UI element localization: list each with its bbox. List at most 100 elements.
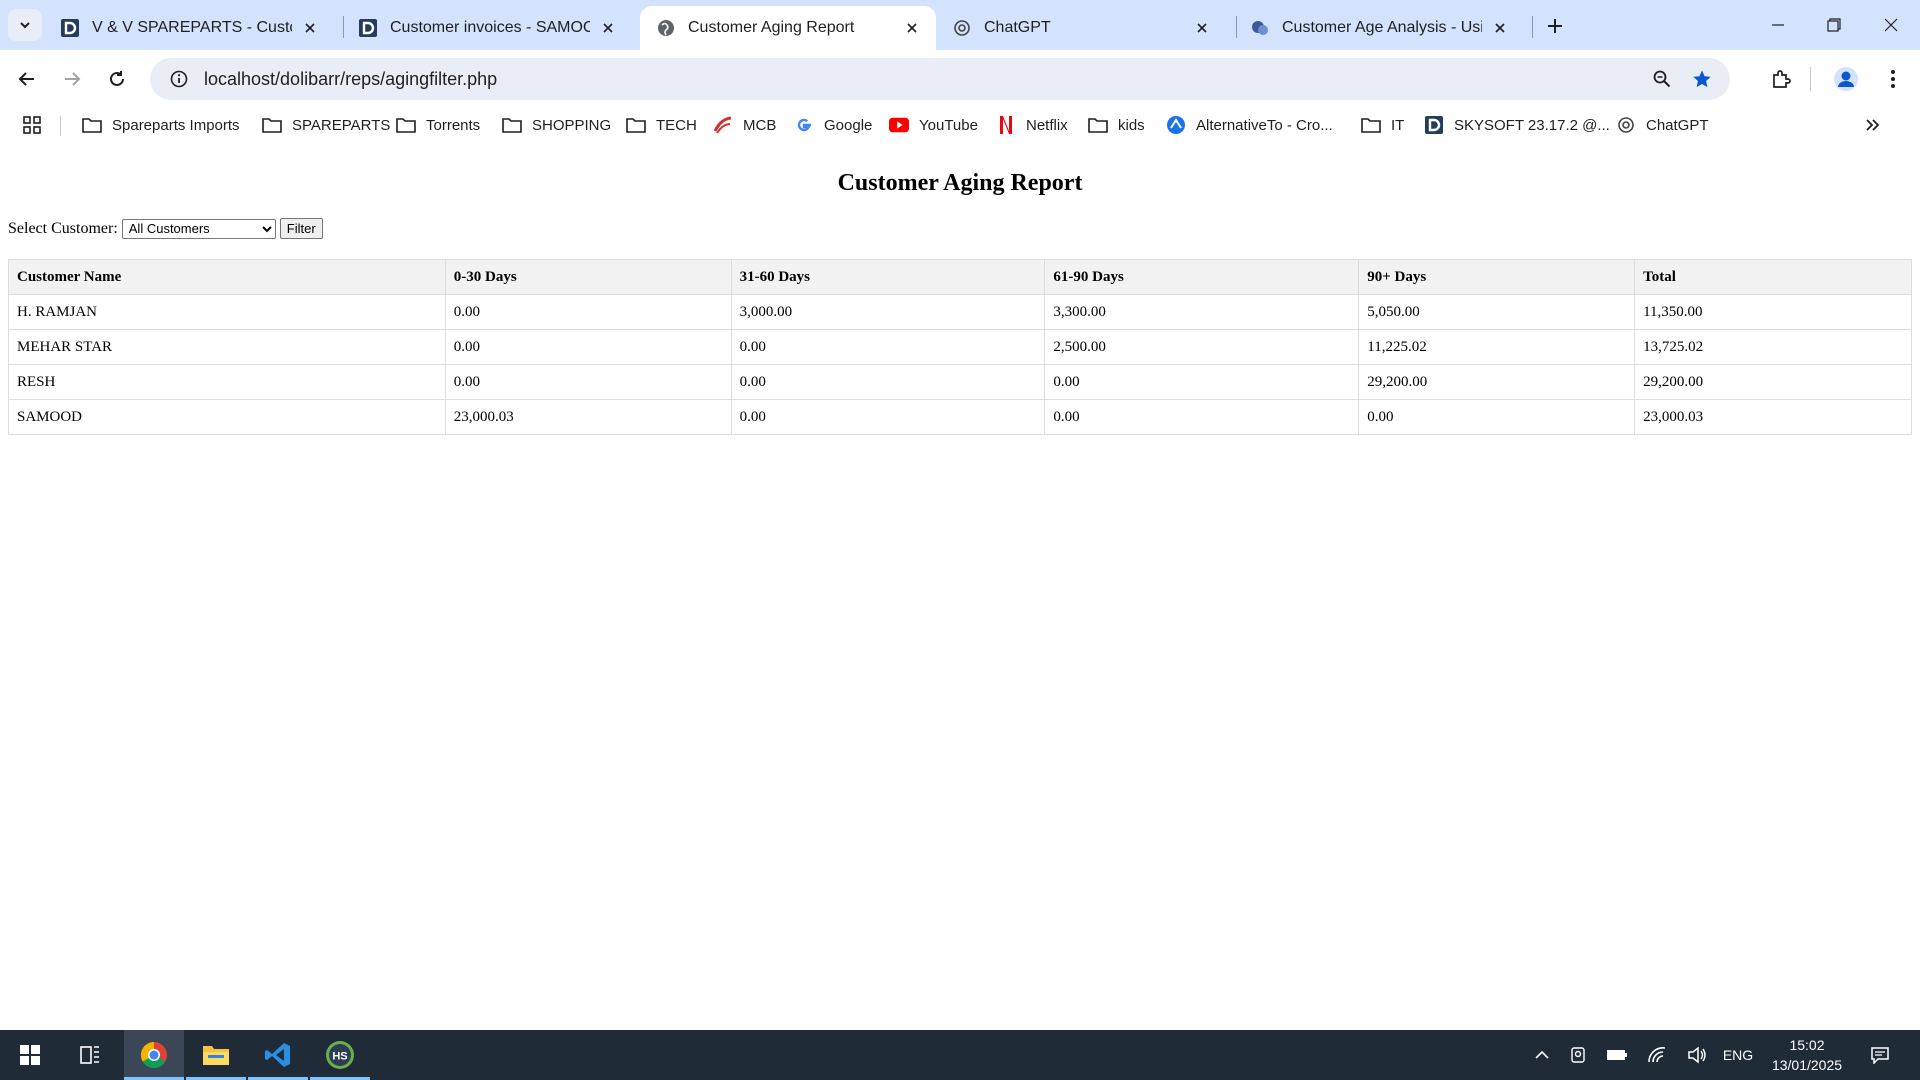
zoom-icon[interactable] <box>1644 70 1680 88</box>
customer-select[interactable]: All Customers <box>121 218 276 239</box>
bookmark-label: AlternativeTo - Cro... <box>1196 116 1333 134</box>
bookmark-star-icon[interactable] <box>1680 69 1724 89</box>
plus-icon <box>1548 19 1562 33</box>
meet-now-button[interactable] <box>1562 1030 1594 1080</box>
filter-button[interactable]: Filter <box>279 218 323 239</box>
url-text[interactable]: localhost/dolibarr/reps/agingfilter.php <box>204 69 1644 90</box>
windows-taskbar: HS ENG 15:02 13/01/2025 <box>0 1030 1920 1080</box>
google-icon <box>794 115 814 135</box>
bookmark-skysoft[interactable]: SKYSOFT 23.17.2 @... <box>1424 112 1610 138</box>
wifi-icon <box>1648 1047 1666 1063</box>
cell-61-90-days: 0.00 <box>1044 399 1360 435</box>
show-hidden-icons-button[interactable] <box>1524 1030 1560 1080</box>
tab-title: Customer Age Analysis - Using <box>1282 19 1482 36</box>
table-row: SAMOOD 23,000.03 0.00 0.00 0.00 23,000.0… <box>8 399 1912 435</box>
table-row: H. RAMJAN 0.00 3,000.00 3,300.00 5,050.0… <box>8 294 1912 330</box>
close-icon[interactable] <box>598 18 618 38</box>
header-90-plus-days: 90+ Days <box>1358 259 1636 295</box>
header-total: Total <box>1634 259 1912 295</box>
minimize-icon <box>1772 24 1784 26</box>
minimize-button[interactable] <box>1749 0 1807 50</box>
dolibarr-icon <box>60 18 80 38</box>
reload-button[interactable] <box>100 62 134 96</box>
extensions-button[interactable] <box>1764 62 1798 96</box>
bookmark-label: kids <box>1118 116 1145 134</box>
bookmark-label: IT <box>1391 116 1405 134</box>
toolbar-divider <box>1810 67 1811 91</box>
browser-menu-button[interactable] <box>1876 62 1910 96</box>
bookmark-mcb[interactable]: MCB <box>713 112 776 138</box>
new-tab-button[interactable] <box>1540 11 1570 41</box>
dolibarr-icon <box>358 18 378 38</box>
taskbar-hs-app[interactable]: HS <box>310 1030 370 1080</box>
bookmark-spareparts-imports[interactable]: Spareparts Imports <box>82 112 240 138</box>
bookmark-torrents[interactable]: Torrents <box>396 112 480 138</box>
battery-button[interactable] <box>1600 1030 1634 1080</box>
globe-icon <box>656 18 676 38</box>
bookmark-spareparts[interactable]: SPAREPARTS <box>262 112 390 138</box>
task-view-button[interactable] <box>60 1030 120 1080</box>
site-info-icon[interactable] <box>158 58 200 100</box>
tab-chatgpt[interactable]: ChatGPT <box>936 6 1226 50</box>
cell-total: 23,000.03 <box>1634 399 1912 435</box>
tab-customer-aging-report[interactable]: Customer Aging Report <box>640 6 936 50</box>
apps-button[interactable] <box>22 112 42 138</box>
start-button[interactable] <box>0 1030 60 1080</box>
cell-31-60-days: 0.00 <box>730 329 1046 365</box>
clock-date: 13/01/2025 <box>1771 1057 1843 1073</box>
bookmark-netflix[interactable]: Netflix <box>996 112 1068 138</box>
bookmark-label: TECH <box>656 116 697 134</box>
close-window-button[interactable] <box>1862 0 1920 50</box>
header-61-90-days: 61-90 Days <box>1044 259 1360 295</box>
aging-report-table: Customer Name 0-30 Days 31-60 Days 61-90… <box>8 259 1912 435</box>
forward-button[interactable] <box>55 62 89 96</box>
tab-title: ChatGPT <box>984 19 1051 36</box>
close-icon[interactable] <box>1490 18 1510 38</box>
taskbar-file-explorer[interactable] <box>186 1030 246 1080</box>
reload-icon <box>110 71 124 86</box>
taskbar-vscode[interactable] <box>248 1030 308 1080</box>
clock-time: 15:02 <box>1789 1037 1825 1053</box>
tab-customer-invoices[interactable]: Customer invoices - SAMOOD <box>342 6 632 50</box>
network-button[interactable] <box>1640 1030 1674 1080</box>
tab-customer-age-analysis[interactable]: Customer Age Analysis - Using <box>1234 6 1524 50</box>
bookmark-it[interactable]: IT <box>1361 112 1404 138</box>
bookmark-label: MCB <box>743 116 777 134</box>
cell-customer-name: SAMOOD <box>8 399 446 435</box>
bookmark-chatgpt[interactable]: ChatGPT <box>1616 112 1709 138</box>
bookmark-alternativeto[interactable]: AlternativeTo - Cro... <box>1166 112 1333 138</box>
cell-90-plus-days: 11,225.02 <box>1358 329 1636 365</box>
bookmark-google[interactable]: Google <box>794 112 872 138</box>
double-chevron-right-icon <box>1866 119 1880 131</box>
notifications-button[interactable] <box>1862 1030 1898 1080</box>
system-clock[interactable]: 15:02 13/01/2025 <box>1752 1035 1862 1075</box>
address-bar[interactable]: localhost/dolibarr/reps/agingfilter.php <box>150 58 1730 100</box>
close-icon[interactable] <box>300 18 320 38</box>
taskbar-chrome[interactable] <box>124 1030 184 1080</box>
cell-0-30-days: 0.00 <box>444 364 732 400</box>
chatgpt-icon <box>1616 115 1636 135</box>
folder-icon <box>502 115 522 135</box>
volume-button[interactable] <box>1680 1030 1714 1080</box>
bookmark-youtube[interactable]: YouTube <box>889 112 978 138</box>
back-button[interactable] <box>10 62 44 96</box>
restore-button[interactable] <box>1805 0 1863 50</box>
more-vert-icon <box>1891 70 1895 88</box>
tab-search-button[interactable] <box>8 9 42 41</box>
more-bookmarks-button[interactable] <box>1864 112 1880 138</box>
tab-vv-spareparts[interactable]: V & V SPAREPARTS - Customer <box>44 6 334 50</box>
table-row: RESH 0.00 0.00 0.00 29,200.00 29,200.00 <box>8 364 1912 400</box>
arrow-right-icon <box>65 72 81 86</box>
close-icon[interactable] <box>1192 18 1212 38</box>
tab-title: Customer Aging Report <box>688 19 855 36</box>
close-icon[interactable] <box>902 18 922 38</box>
header-0-30-days: 0-30 Days <box>444 259 732 295</box>
bookmark-kids[interactable]: kids <box>1088 112 1145 138</box>
bookmark-tech[interactable]: TECH <box>626 112 697 138</box>
chevron-down-icon <box>20 22 30 29</box>
cell-90-plus-days: 5,050.00 <box>1358 294 1636 330</box>
bookmark-shopping[interactable]: SHOPPING <box>502 112 611 138</box>
alternativeto-icon <box>1166 115 1186 135</box>
netflix-icon <box>996 115 1016 135</box>
profile-button[interactable] <box>1829 62 1863 96</box>
